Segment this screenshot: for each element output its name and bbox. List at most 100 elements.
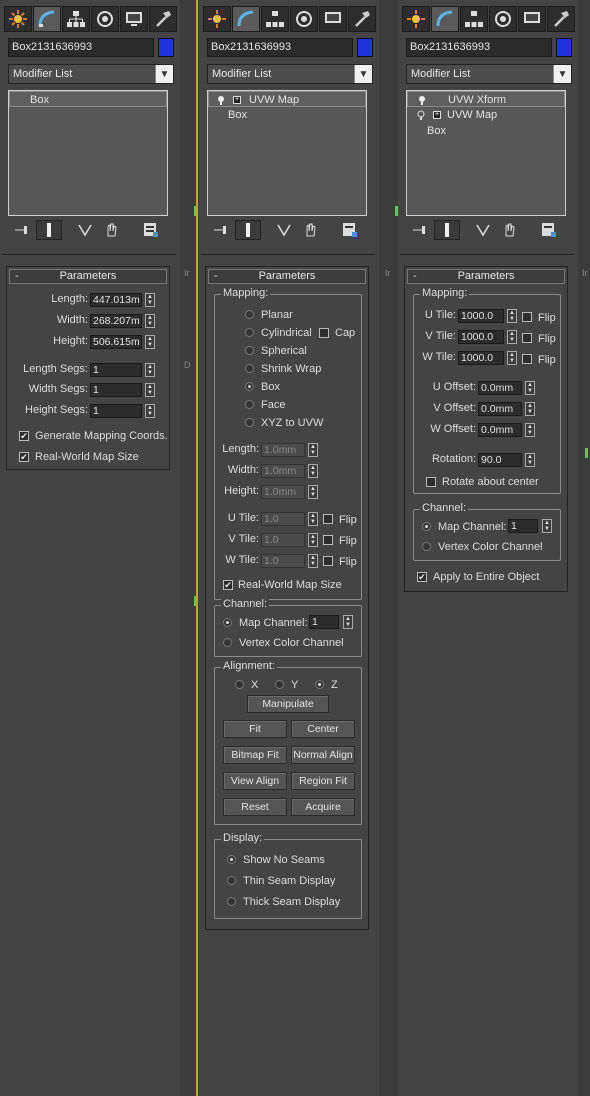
modifier-list-dropdown[interactable]: Modifier List ▼ <box>207 64 373 84</box>
mapping-radio-shrink-wrap[interactable] <box>245 364 254 373</box>
stack-item-box[interactable]: Box <box>9 91 167 107</box>
map-channel-field[interactable]: 1 <box>309 615 339 629</box>
make-unique-icon[interactable] <box>72 220 98 240</box>
expand-plus-icon[interactable]: + <box>433 111 441 119</box>
motion-tab[interactable] <box>91 6 119 32</box>
remove-modifier-icon[interactable] <box>297 220 323 240</box>
center-button[interactable]: Center <box>291 720 355 738</box>
w-offset-spinner[interactable]: ▲ ▼ <box>525 423 535 437</box>
display-tab[interactable] <box>120 6 148 32</box>
u-flip-checkbox[interactable] <box>522 312 532 322</box>
modifier-list-dropdown[interactable]: Modifier List ▼ <box>8 64 174 84</box>
width-field[interactable]: 1.0mm <box>261 464 305 478</box>
v-tile-field[interactable]: 1000.0 <box>458 330 504 344</box>
mapping-radio-spherical[interactable] <box>245 346 254 355</box>
length-spinner[interactable]: ▲ ▼ <box>308 443 318 457</box>
u-tile-spinner[interactable]: ▲ ▼ <box>308 512 318 526</box>
display-radio-show-no-seams[interactable] <box>227 855 236 864</box>
u-flip-checkbox[interactable] <box>323 514 333 524</box>
expand-plus-icon[interactable]: + <box>233 96 241 104</box>
axis-radio-z[interactable] <box>315 680 324 689</box>
width-spinner[interactable]: ▲ ▼ <box>308 464 318 478</box>
remove-modifier-icon[interactable] <box>98 220 124 240</box>
create-tab[interactable] <box>4 6 32 32</box>
pin-stack-icon[interactable] <box>408 220 434 240</box>
vertex-color-radio[interactable] <box>422 542 431 551</box>
axis-radio-y[interactable] <box>275 680 284 689</box>
length-field[interactable]: 447.013m <box>90 293 142 307</box>
parameters-rollout-header[interactable]: - Parameters <box>9 269 167 284</box>
w-tile-field[interactable]: 1000.0 <box>458 351 504 365</box>
configure-sets-icon[interactable] <box>536 220 562 240</box>
view-align-button[interactable]: View Align <box>223 772 287 790</box>
height-spinner[interactable]: ▲ ▼ <box>145 335 155 349</box>
stack-item-uvw-map[interactable]: + UVW Map <box>208 91 366 107</box>
width-segs-field[interactable]: 1 <box>90 383 142 397</box>
stack-item-uvw-map[interactable]: + UVW Map <box>407 107 565 123</box>
reset-button[interactable]: Reset <box>223 798 287 816</box>
configure-sets-icon[interactable] <box>337 220 363 240</box>
real-world-checkbox[interactable]: ✔ <box>19 452 29 462</box>
w-tile-field[interactable]: 1.0 <box>261 554 305 568</box>
stack-item-box[interactable]: Box <box>407 123 565 139</box>
v-tile-spinner[interactable]: ▲ ▼ <box>308 533 318 547</box>
remove-modifier-icon[interactable] <box>496 220 522 240</box>
map-channel-spinner[interactable]: ▲ ▼ <box>343 615 353 629</box>
u-offset-spinner[interactable]: ▲ ▼ <box>525 381 535 395</box>
create-tab[interactable] <box>203 6 231 32</box>
w-flip-checkbox[interactable] <box>323 556 333 566</box>
v-tile-field[interactable]: 1.0 <box>261 533 305 547</box>
show-end-result-icon[interactable] <box>36 220 62 240</box>
mapping-radio-face[interactable] <box>245 400 254 409</box>
width-segs-spinner[interactable]: ▲ ▼ <box>145 383 155 397</box>
map-channel-field[interactable]: 1 <box>508 519 538 533</box>
w-tile-spinner[interactable]: ▲ ▼ <box>308 554 318 568</box>
parameters-rollout-header[interactable]: - Parameters <box>407 269 565 284</box>
object-color-swatch[interactable] <box>556 38 572 57</box>
region-fit-button[interactable]: Region Fit <box>291 772 355 790</box>
modify-tab[interactable] <box>431 6 459 32</box>
utilities-tab[interactable] <box>348 6 376 32</box>
modify-tab[interactable] <box>33 6 61 32</box>
mapping-radio-box[interactable] <box>245 382 254 391</box>
u-tile-spinner[interactable]: ▲ ▼ <box>507 309 517 323</box>
display-radio-thick-seam[interactable] <box>227 897 236 906</box>
show-end-result-icon[interactable] <box>434 220 460 240</box>
modifier-stack[interactable]: + UVW Map Box <box>207 90 367 216</box>
display-tab[interactable] <box>518 6 546 32</box>
map-channel-radio[interactable] <box>422 522 431 531</box>
v-flip-checkbox[interactable] <box>522 333 532 343</box>
bitmap-fit-button[interactable]: Bitmap Fit <box>223 746 287 764</box>
generate-mapping-checkbox[interactable]: ✔ <box>19 431 29 441</box>
hierarchy-tab[interactable] <box>261 6 289 32</box>
height-segs-spinner[interactable]: ▲ ▼ <box>145 404 155 418</box>
length-segs-field[interactable]: 1 <box>90 363 142 377</box>
w-tile-spinner[interactable]: ▲ ▼ <box>507 351 517 365</box>
parameters-rollout-header[interactable]: - Parameters <box>208 269 366 284</box>
pin-stack-icon[interactable] <box>10 220 36 240</box>
vertex-color-radio[interactable] <box>223 638 232 647</box>
mapping-radio-cylindrical[interactable] <box>245 328 254 337</box>
configure-sets-icon[interactable] <box>138 220 164 240</box>
make-unique-icon[interactable] <box>271 220 297 240</box>
modifier-list-dropdown[interactable]: Modifier List ▼ <box>406 64 572 84</box>
u-tile-field[interactable]: 1.0 <box>261 512 305 526</box>
height-spinner[interactable]: ▲ ▼ <box>308 485 318 499</box>
acquire-button[interactable]: Acquire <box>291 798 355 816</box>
real-world-checkbox[interactable]: ✔ <box>223 580 233 590</box>
rotate-center-checkbox[interactable] <box>426 477 436 487</box>
cap-checkbox[interactable] <box>319 328 329 338</box>
v-tile-spinner[interactable]: ▲ ▼ <box>507 330 517 344</box>
modifier-stack[interactable]: UVW Xform + UVW Map Box <box>406 90 566 216</box>
stack-item-uvw-xform[interactable]: UVW Xform <box>407 91 565 107</box>
length-spinner[interactable]: ▲ ▼ <box>145 293 155 307</box>
manipulate-button[interactable]: Manipulate <box>247 695 329 713</box>
height-segs-field[interactable]: 1 <box>90 404 142 418</box>
v-flip-checkbox[interactable] <box>323 535 333 545</box>
u-offset-field[interactable]: 0.0mm <box>478 381 522 395</box>
modify-tab[interactable] <box>232 6 260 32</box>
width-field[interactable]: 268.207m <box>90 314 142 328</box>
rotation-field[interactable]: 90.0 <box>478 453 522 467</box>
u-tile-field[interactable]: 1000.0 <box>458 309 504 323</box>
stack-item-box[interactable]: Box <box>208 107 366 123</box>
